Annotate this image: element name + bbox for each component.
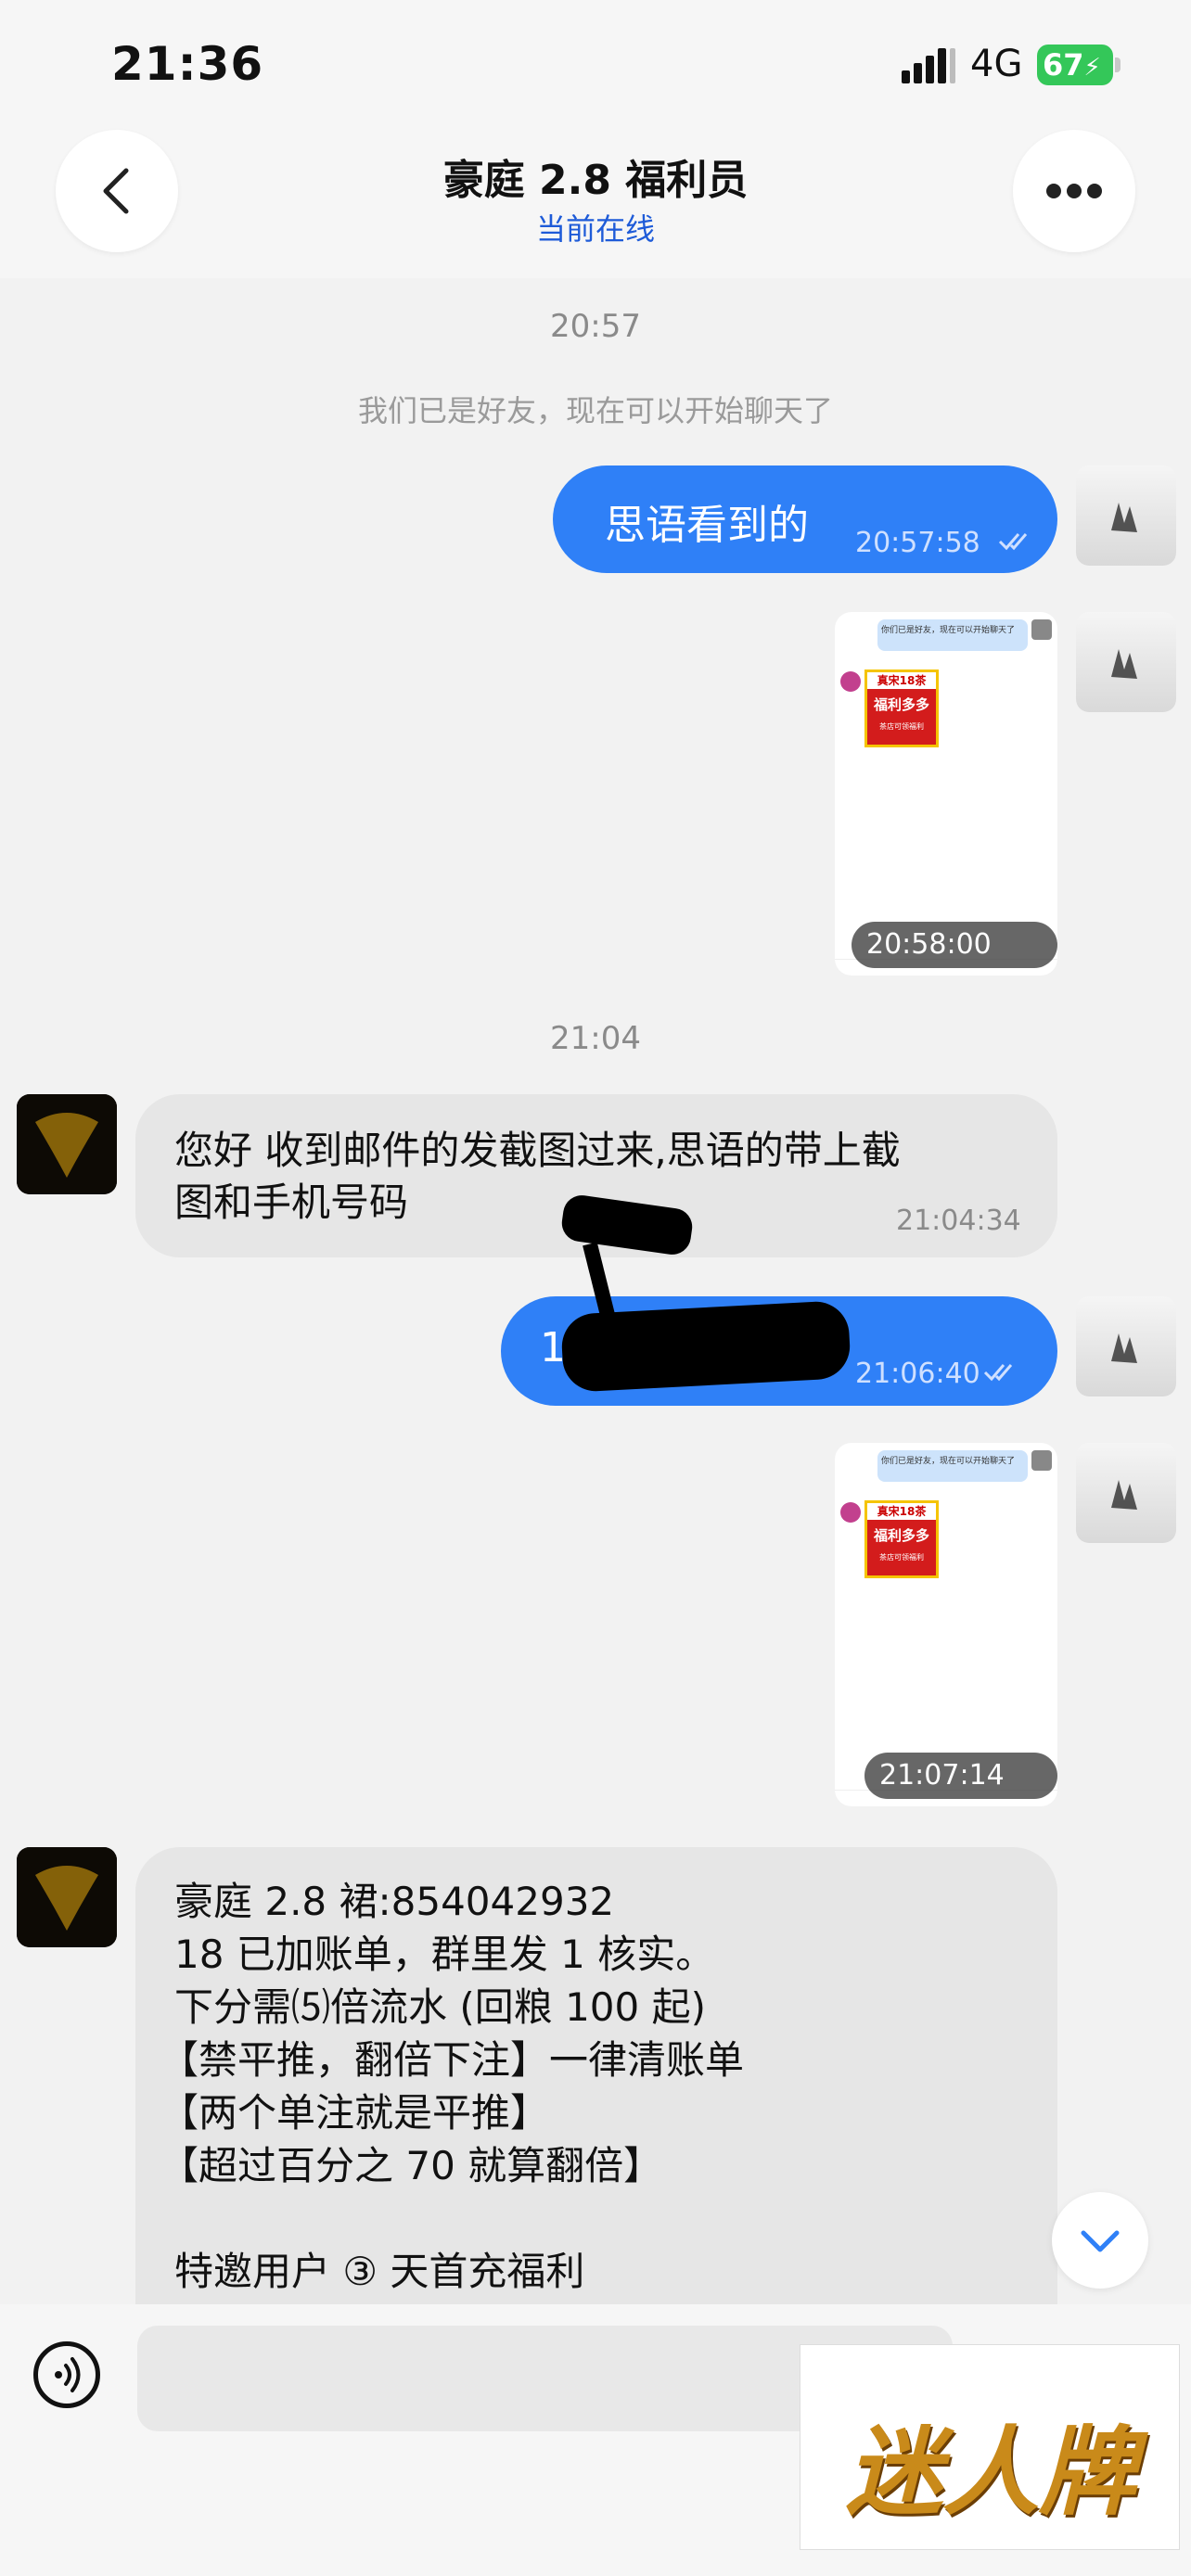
message-text-line1: 您好 收到邮件的发截图过来,思语的带上截 [174, 1128, 901, 1173]
message-time: 20:57:58 [855, 527, 980, 559]
double-check-icon [998, 533, 1028, 551]
battery-level: 67 [1043, 47, 1084, 83]
avatar-self[interactable] [1076, 612, 1176, 712]
avatar-self[interactable] [1076, 1443, 1176, 1543]
message-line: 【两个单注就是平推】 [160, 2090, 550, 2136]
avatar-image [1111, 1480, 1137, 1510]
double-check-icon: ✓✓ [879, 1805, 926, 1806]
signal-icon [902, 48, 955, 83]
thumb-avatar-agent [840, 671, 861, 692]
thumb-poster-line1: 真宋18茶 [867, 1503, 936, 1520]
thumb-avatar-agent [840, 1502, 861, 1523]
double-check-icon [983, 1364, 1013, 1382]
battery-icon: 67⚡ [1037, 45, 1113, 85]
thumb-poster: 真宋18茶 福利多多 茶店可领福利 [864, 670, 939, 747]
time-separator: 21:04 [550, 1020, 641, 1057]
avatar-image [1111, 1333, 1137, 1363]
thumb-poster-line1: 真宋18茶 [867, 672, 936, 689]
thumb-poster-line3: 茶店可领福利 [879, 722, 924, 731]
thumb-avatar [1031, 619, 1052, 640]
message-bubble-outgoing[interactable]: 思语看到的 20:57:58 [553, 465, 1057, 573]
avatar-agent[interactable] [17, 1847, 117, 1947]
avatar-image [1111, 503, 1137, 532]
image-time-text: 21:07:14 [879, 1759, 1005, 1792]
message-line: 18 已加账单，群里发 1 核实。 [174, 1932, 715, 1977]
message-line: 【超过百分之 70 就算翻倍】 [160, 2143, 663, 2188]
message-line: 特邀用户 ③ 天首充福利 [174, 2249, 585, 2294]
avatar-agent[interactable] [17, 1094, 117, 1194]
chevron-down-icon [1081, 2230, 1120, 2252]
message-text-line2: 图和手机号码 [174, 1180, 409, 1225]
thumb-bubble: 你们已是好友，现在可以开始聊天了 [877, 1450, 1028, 1482]
status-time: 21:36 [111, 37, 264, 91]
message-line: 豪庭 2.8 裙:854042932 [174, 1879, 615, 1924]
message-bubble-incoming[interactable]: 豪庭 2.8 裙:854042932 18 已加账单，群里发 1 核实。 下分需… [135, 1847, 1057, 2366]
message-line: 【禁平推，翻倍下注】一律清账单 [160, 2037, 745, 2083]
thumb-poster-line2: 福利多多 [873, 696, 929, 713]
system-note: 我们已是好友，现在可以开始聊天了 [357, 393, 833, 428]
thumb-poster-line2: 福利多多 [873, 1527, 929, 1544]
thumb-avatar [1031, 1450, 1052, 1471]
message-line: 下分需⑸倍流水 (回粮 100 起) [174, 1984, 706, 2030]
double-check-icon: ✓✓ [866, 975, 913, 976]
image-time: 20:58:00 ✓✓ [852, 922, 1057, 976]
avatar-image [1111, 649, 1137, 679]
voice-icon [55, 2357, 81, 2392]
avatar-image [17, 1847, 117, 1947]
redaction-mark [560, 1299, 852, 1394]
message-time: 21:04:34 [896, 1205, 1021, 1237]
message-text: 思语看到的 [605, 502, 809, 549]
scroll-down-button[interactable] [1052, 2192, 1148, 2289]
voice-button[interactable] [33, 2341, 100, 2408]
image-time: 21:07:14 ✓✓ [864, 1753, 1057, 1806]
thumb-bubble: 你们已是好友，现在可以开始聊天了 [877, 619, 1028, 651]
online-status: 当前在线 [535, 211, 655, 247]
avatar-image [17, 1094, 117, 1194]
thumb-poster-line3: 茶店可领福利 [879, 1553, 924, 1562]
chat-title: 豪庭 2.8 福利员 [442, 157, 749, 204]
image-message[interactable]: 你们已是好友，现在可以开始聊天了 真宋18茶 福利多多 茶店可领福利 20:58… [835, 612, 1057, 976]
avatar-self[interactable] [1076, 1296, 1176, 1396]
battery-tip [1115, 57, 1121, 72]
watermark-text: 迷人牌 [845, 2415, 1135, 2529]
image-message[interactable]: 你们已是好友，现在可以开始聊天了 真宋18茶 福利多多 茶店可领福利 21:07… [835, 1443, 1057, 1806]
network-label: 4G [970, 43, 1023, 85]
image-time-text: 20:58:00 [866, 928, 992, 961]
watermark-logo: 迷人牌 [800, 2344, 1180, 2550]
thumb-poster: 真宋18茶 福利多多 茶店可领福利 [864, 1500, 939, 1578]
avatar-self[interactable] [1076, 465, 1176, 566]
time-separator: 20:57 [550, 308, 641, 345]
message-time: 21:06:40 [855, 1358, 980, 1390]
